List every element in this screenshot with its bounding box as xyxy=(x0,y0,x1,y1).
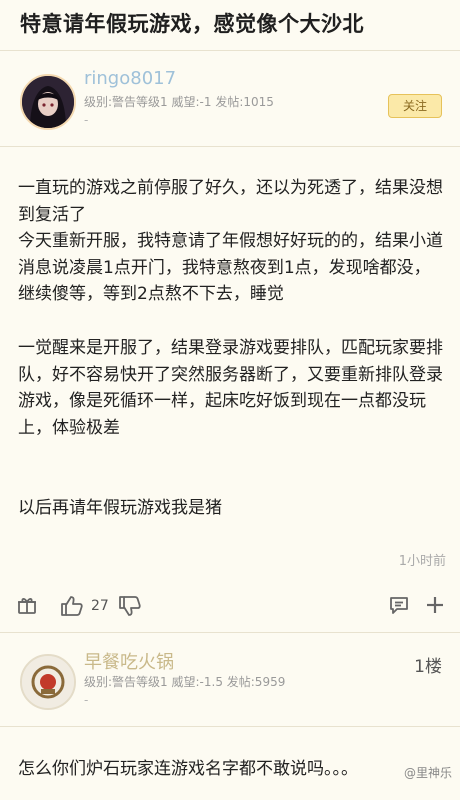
gift-icon[interactable] xyxy=(16,594,38,620)
reply-text: 怎么你们炉石玩家连游戏名字都不敢说吗。。。 xyxy=(18,759,358,779)
post-paragraph: 一觉醒来是开服了，结果登录游戏要排队，匹配玩家要排队，好不容易快开了突然服务器断… xyxy=(18,338,443,438)
comment-icon[interactable] xyxy=(388,594,410,620)
reply-author-avatar[interactable] xyxy=(20,654,76,710)
reply-author-sub: - xyxy=(84,693,89,707)
thumbs-down-icon[interactable] xyxy=(118,594,142,622)
divider xyxy=(0,632,460,633)
plus-icon[interactable] xyxy=(424,594,446,620)
post-page: 特意请年假玩游戏，感觉像个大沙北 ringo8017 级别:警告等级1 威望:-… xyxy=(0,0,460,800)
floor-number: 1楼 xyxy=(414,657,442,677)
divider xyxy=(0,726,460,727)
author-avatar[interactable] xyxy=(20,74,76,130)
reply-author-meta: 级别:警告等级1 威望:-1.5 发帖:5959 xyxy=(84,675,286,689)
post-paragraph: 以后再请年假玩游戏我是猪 xyxy=(18,498,222,518)
follow-button[interactable]: 关注 xyxy=(388,94,442,118)
like-count: 27 xyxy=(91,598,109,614)
post-title: 特意请年假玩游戏，感觉像个大沙北 xyxy=(20,12,364,36)
thumbs-up-icon[interactable] xyxy=(60,594,84,622)
divider xyxy=(0,146,460,147)
reply-author-name[interactable]: 早餐吃火锅 xyxy=(84,648,174,674)
post-paragraph: 一直玩的游戏之前停服了好久，还以为死透了，结果没想到复活了 xyxy=(18,178,443,225)
post-time: 1小时前 xyxy=(398,554,446,569)
author-meta: 级别:警告等级1 威望:-1 发帖:1015 xyxy=(84,95,274,109)
author-sub: - xyxy=(84,113,89,127)
watermark: @里神乐 xyxy=(403,766,452,780)
divider xyxy=(0,50,460,51)
post-paragraph: 今天重新开服，我特意请了年假想好好玩的的，结果小道消息说凌晨1点开门，我特意熬夜… xyxy=(18,231,443,305)
author-name[interactable]: ringo8017 xyxy=(84,68,176,89)
action-bar: 27 xyxy=(0,594,460,620)
